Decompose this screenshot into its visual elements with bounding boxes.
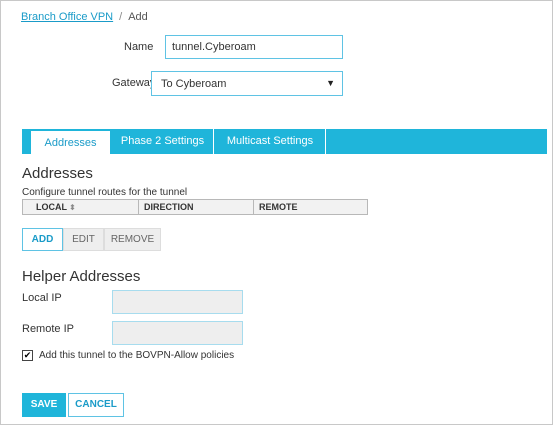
page-frame: Branch Office VPN / Add Name Gateway To Cy… — [0, 0, 553, 425]
remove-route-button[interactable]: REMOVE — [104, 228, 161, 251]
local-ip-label: Local IP — [22, 292, 62, 304]
sort-icon: ⬍ — [69, 203, 76, 212]
tab-phase-2-settings[interactable]: Phase 2 Settings — [112, 129, 214, 154]
breadcrumb-separator: / — [119, 11, 123, 23]
add-route-button[interactable]: ADD — [22, 228, 63, 251]
remote-ip-label: Remote IP — [22, 323, 74, 335]
helper-addresses-title: Helper Addresses — [22, 268, 141, 285]
local-ip-input[interactable] — [112, 290, 243, 314]
chevron-down-icon: ▼ — [326, 78, 335, 88]
breadcrumb: Branch Office VPN / Add — [21, 11, 148, 23]
cancel-button[interactable]: CANCEL — [68, 393, 124, 417]
name-input[interactable] — [165, 35, 343, 59]
addresses-section-title: Addresses — [22, 165, 93, 182]
column-header-direction[interactable]: DIRECTION — [139, 200, 254, 214]
gateway-select[interactable]: To Cyberoam ▼ — [151, 71, 343, 96]
column-header-remote[interactable]: REMOTE — [254, 200, 367, 214]
name-label: Name — [124, 41, 154, 53]
tunnel-routes-table: LOCAL ⬍ DIRECTION REMOTE — [22, 199, 368, 215]
bovpn-allow-checkbox-row: ✔ Add this tunnel to the BOVPN-Allow pol… — [22, 350, 234, 361]
check-icon: ✔ — [23, 350, 32, 360]
edit-route-button[interactable]: EDIT — [63, 228, 104, 251]
breadcrumb-current: Add — [128, 11, 148, 23]
remote-ip-input[interactable] — [112, 321, 243, 345]
bovpn-allow-checkbox[interactable]: ✔ — [22, 350, 33, 361]
tab-multicast-settings[interactable]: Multicast Settings — [215, 129, 326, 154]
breadcrumb-branch-office-vpn-link[interactable]: Branch Office VPN — [21, 11, 113, 23]
gateway-selected-value: To Cyberoam — [161, 78, 227, 90]
tab-bar: Addresses Phase 2 Settings Multicast Set… — [22, 129, 547, 154]
tab-addresses[interactable]: Addresses — [31, 130, 110, 154]
column-header-local-label: LOCAL — [36, 202, 67, 212]
gateway-label: Gateway — [112, 77, 156, 89]
bovpn-allow-checkbox-label[interactable]: Add this tunnel to the BOVPN-Allow polic… — [39, 350, 234, 361]
save-button[interactable]: SAVE — [22, 393, 66, 417]
addresses-description: Configure tunnel routes for the tunnel — [22, 187, 188, 198]
column-header-local[interactable]: LOCAL ⬍ — [23, 200, 139, 214]
